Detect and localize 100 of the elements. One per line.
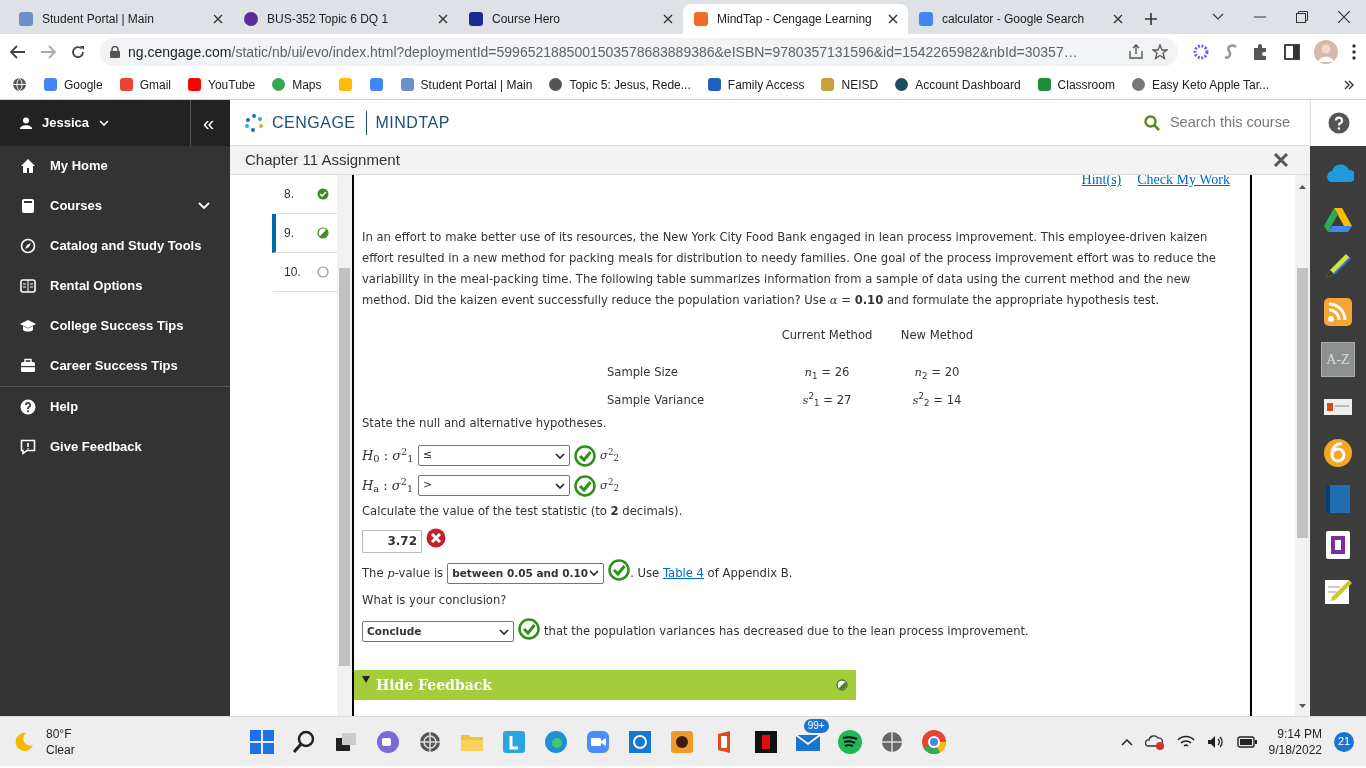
search-link[interactable]: Search this course [1143, 111, 1310, 134]
user-menu[interactable]: Jessica « [0, 100, 230, 146]
sidebar-item[interactable]: Career Success Tips [0, 346, 230, 386]
answer-field[interactable]: 3.72 [362, 529, 422, 553]
windows-start-icon[interactable] [247, 727, 276, 756]
scrollbar-thumb[interactable] [339, 268, 350, 666]
share-icon[interactable] [1128, 44, 1144, 60]
bookmark-favicon-icon [1036, 77, 1052, 92]
chrome-icon[interactable] [919, 727, 948, 756]
new-tab-icon[interactable] [1145, 13, 1157, 25]
prompt-text: State the null and alternative hypotheses. [362, 415, 608, 433]
link[interactable]: Check My Work [1137, 175, 1230, 191]
star-icon[interactable] [1152, 44, 1168, 60]
extension-s-icon[interactable] [1224, 44, 1238, 60]
close-icon[interactable] [663, 14, 673, 24]
address-bar[interactable]: ng.cengage.com/static/nb/ui/evo/index.html?deploymentId=5996521885001503578683889386&eISBN=9780357131596&id=1542265982&nbId=30357… [100, 38, 1178, 66]
prompt-text: . Use Table 4 of Appendix B. [630, 564, 793, 582]
notification-count[interactable]: 21 [1334, 731, 1354, 752]
dropdown[interactable]: > [418, 475, 570, 497]
dots-logo-icon [244, 113, 266, 132]
dropdown[interactable]: Conclude [362, 621, 514, 643]
browser-tab[interactable]: Course Hero [458, 4, 683, 34]
chevron-up-icon[interactable] [1120, 737, 1133, 746]
bookmark[interactable]: Gmail [118, 75, 172, 94]
collapse-button[interactable]: « [189, 100, 214, 146]
help-icon[interactable] [1327, 112, 1350, 134]
bookmark-favicon-icon [368, 77, 384, 92]
url-text: ng.cengage.com/static/nb/ui/evo/index.html?deploymentId=5996521885001503578683889386&eISBN=9780357131596&id=1542265982&nbId=30357… [128, 42, 1079, 62]
half-filled-circle-icon [836, 679, 848, 692]
bookmark-favicon-icon [337, 77, 353, 92]
bookmark[interactable]: Family Access [706, 75, 805, 94]
tab-favicon-icon [243, 11, 259, 27]
browser-tab[interactable]: BUS-352 Topic 6 DQ 1 [233, 4, 458, 34]
bookmark[interactable]: Maps [271, 75, 322, 94]
back-icon[interactable] [10, 45, 26, 59]
bookmark[interactable]: Account Dashboard [894, 75, 1021, 94]
scroll-up-icon [1299, 185, 1306, 189]
globe-icon[interactable] [12, 77, 27, 92]
browser-tab[interactable]: Student Portal | Main [8, 4, 233, 34]
close-icon[interactable] [888, 14, 898, 24]
close-icon[interactable] [438, 14, 448, 24]
bookmark-favicon-icon [820, 77, 836, 92]
compass-icon [20, 238, 36, 254]
sidebar-item[interactable]: My Home [0, 146, 230, 186]
browser-tab[interactable]: MindTap - Cengage Learning [683, 4, 908, 34]
table-cell-text: n$_{2}$ = 20 [913, 364, 961, 382]
sidebar-item[interactable]: Help [0, 387, 230, 427]
row-label: Sample Variance [607, 391, 706, 409]
chevron-right-icon[interactable] [1344, 79, 1354, 90]
bookmark[interactable]: Student Portal | Main [399, 75, 533, 94]
briefcase-icon [20, 358, 36, 374]
bookmark-favicon-icon [271, 77, 287, 92]
close-icon[interactable] [213, 14, 223, 24]
bookmark[interactable]: YouTube [187, 75, 256, 94]
temperature-text: 80°F [46, 725, 73, 742]
tab-favicon-icon [468, 11, 484, 27]
sidebar-item[interactable]: Rental Options [0, 266, 230, 306]
spiral-badge-icon [1322, 437, 1354, 469]
wifi-icon[interactable] [1176, 734, 1195, 749]
caret-icon [499, 628, 509, 635]
restore-icon[interactable] [1296, 11, 1308, 23]
half-filled-circle-icon [317, 227, 329, 239]
side-panel-icon[interactable] [1284, 44, 1300, 60]
battery-icon[interactable] [1236, 735, 1257, 748]
sidebar-item[interactable]: Courses [0, 186, 230, 226]
bookmark[interactable]: Easy Keto Apple Tar... [1130, 75, 1270, 94]
row-label: Sample Size [607, 364, 679, 382]
more-icon[interactable] [1352, 44, 1356, 60]
scrollbar-thumb[interactable] [1297, 268, 1308, 538]
prompt-text: that the population variances has decreased due to the lean process improvement. [544, 623, 1029, 641]
bookmark-favicon-icon [706, 77, 722, 92]
link[interactable]: Table 4 [662, 565, 704, 580]
check-circle-icon [317, 188, 329, 200]
bookmark[interactable] [368, 77, 384, 92]
clock[interactable]: 9:14 PM 9/18/2022 [1268, 725, 1322, 758]
sidebar-item[interactable]: College Success Tips [0, 306, 230, 346]
bookmark[interactable]: Google [43, 75, 103, 94]
dropdown[interactable]: ≤ [418, 445, 570, 467]
sidebar-item[interactable]: Catalog and Study Tools [0, 226, 230, 266]
speaker-icon[interactable] [1206, 734, 1225, 749]
table-cell-text: s$^{2}$$_{2}$ = 14 [911, 391, 963, 410]
close-icon[interactable] [1113, 14, 1123, 24]
bookmark-favicon-icon [894, 77, 910, 92]
bookmark-favicon-icon [548, 77, 564, 92]
close-icon[interactable] [1273, 152, 1289, 168]
asterisk-extension-icon[interactable] [1192, 43, 1210, 61]
bookmark[interactable]: Topic 5: Jesus, Rede... [548, 75, 691, 94]
browser-tab[interactable]: calculator - Google Search [908, 4, 1133, 34]
link[interactable]: Hint(s) [1081, 175, 1122, 191]
dropdown[interactable]: between 0.05 and 0.10 [447, 562, 605, 584]
bookmark[interactable]: Classroom [1036, 75, 1115, 94]
close-icon[interactable] [1338, 11, 1350, 23]
bookmark[interactable]: NEISD [820, 75, 879, 94]
sidebar-item[interactable]: Give Feedback [0, 427, 230, 467]
prompt-text: The p-value is [362, 564, 444, 582]
empty-circle-icon [317, 266, 329, 278]
reload-icon[interactable] [70, 44, 86, 60]
music-circle-icon[interactable] [835, 727, 864, 756]
chevron-down-icon[interactable] [1212, 13, 1224, 21]
cloud-error-icon[interactable] [1144, 733, 1165, 750]
